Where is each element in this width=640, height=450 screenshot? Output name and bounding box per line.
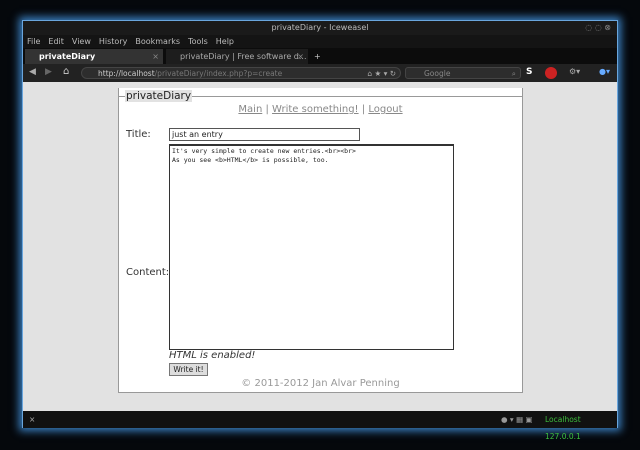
content-label: Content: bbox=[126, 267, 170, 278]
addon-menu-icon[interactable]: ⚙▾ bbox=[569, 67, 580, 76]
nav-main[interactable]: Main bbox=[238, 104, 262, 115]
url-input[interactable]: http://localhost/privateDiary/index.php?… bbox=[81, 67, 401, 79]
nav-logout[interactable]: Logout bbox=[368, 104, 402, 115]
status-icons[interactable]: ● ▾ ▦ ▣ bbox=[501, 411, 533, 428]
tab-label: privateDiary | Free software d... bbox=[180, 52, 307, 61]
url-path: /privateDiary/index.php?p=create bbox=[154, 69, 283, 78]
menu-file[interactable]: File bbox=[27, 37, 40, 46]
menu-bookmarks[interactable]: Bookmarks bbox=[135, 37, 180, 46]
title-label: Title: bbox=[126, 129, 151, 140]
menu-view[interactable]: View bbox=[72, 37, 91, 46]
close-icon[interactable]: × bbox=[297, 49, 304, 64]
close-findbar-icon[interactable]: × bbox=[29, 411, 35, 428]
menu-tools[interactable]: Tools bbox=[188, 37, 208, 46]
tab-privatediary[interactable]: privateDiary × bbox=[25, 49, 163, 64]
back-icon[interactable]: ◀ bbox=[29, 67, 36, 77]
tab-label: privateDiary bbox=[39, 52, 96, 61]
forward-icon[interactable]: ▶ bbox=[45, 67, 52, 77]
page-content: privateDiary Main | Write something! | L… bbox=[23, 82, 617, 411]
content-textarea[interactable]: It's very simple to create new entries.<… bbox=[169, 144, 454, 350]
extension-icon[interactable]: ●▾ bbox=[599, 67, 610, 76]
menu-edit[interactable]: Edit bbox=[48, 37, 64, 46]
nav-write[interactable]: Write something! bbox=[272, 104, 359, 115]
navigation-bar: ◀ ▶ ⌂ http://localhost/privateDiary/inde… bbox=[23, 64, 617, 82]
title-bar: privateDiary - Iceweasel ◌ ◌ ⊗ bbox=[23, 21, 617, 35]
tab-free-software[interactable]: privateDiary | Free software d... × bbox=[166, 49, 308, 64]
page-nav: Main | Write something! | Logout bbox=[118, 104, 523, 115]
separator: | bbox=[265, 104, 269, 115]
url-host: http://localhost bbox=[98, 69, 155, 78]
search-placeholder: Google bbox=[424, 69, 451, 78]
tab-bar: privateDiary × privateDiary | Free softwa… bbox=[23, 48, 617, 64]
s-addon-icon[interactable]: S bbox=[526, 67, 532, 77]
window-controls[interactable]: ◌ ◌ ⊗ bbox=[585, 21, 611, 35]
title-input[interactable]: just an entry bbox=[169, 128, 360, 141]
host-indicator: Localhost 127.0.0.1 bbox=[545, 415, 581, 441]
adblock-icon[interactable] bbox=[545, 67, 557, 79]
browser-window: privateDiary - Iceweasel ◌ ◌ ⊗ File Edit V… bbox=[22, 20, 618, 441]
search-icon[interactable]: ⌕ bbox=[512, 68, 516, 79]
menu-bar: File Edit View History Bookmarks Tools Help bbox=[23, 35, 617, 48]
menu-help[interactable]: Help bbox=[216, 37, 234, 46]
menu-history[interactable]: History bbox=[99, 37, 127, 46]
html-hint: HTML is enabled! bbox=[169, 350, 256, 361]
status-bar: × ● ▾ ▦ ▣ Localhost 127.0.0.1 bbox=[23, 411, 617, 441]
separator: | bbox=[361, 104, 366, 115]
new-tab-button[interactable]: + bbox=[310, 49, 324, 64]
footer: © 2011-2012 Jan Alvar Penning bbox=[241, 378, 400, 389]
window-title: privateDiary - Iceweasel bbox=[271, 23, 369, 32]
submit-button[interactable]: Write it! bbox=[169, 363, 208, 376]
fieldset-legend: privateDiary bbox=[125, 90, 193, 102]
bookmark-star-icon[interactable]: ⌂ ★ ▾ ↻ bbox=[367, 68, 396, 79]
home-icon[interactable]: ⌂ bbox=[63, 66, 69, 77]
close-icon[interactable]: × bbox=[152, 49, 159, 64]
search-input[interactable]: Google ⌕ bbox=[405, 67, 521, 79]
